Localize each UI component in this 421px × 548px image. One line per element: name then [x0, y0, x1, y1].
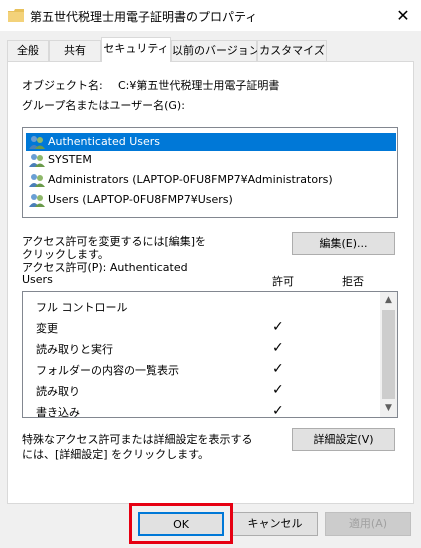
allow-column-header: 許可	[272, 275, 294, 288]
permission-name: 読み取りと実行	[36, 343, 113, 356]
folder-icon	[8, 9, 24, 22]
users-icon	[29, 136, 45, 149]
scroll-up-icon[interactable]: ▲	[380, 292, 397, 309]
checkmark-icon: ✓	[272, 340, 284, 356]
cancel-button[interactable]: キャンセル	[232, 512, 318, 536]
object-name-value: C:¥第五世代税理士用電子証明書	[118, 79, 280, 92]
list-item-users[interactable]: Users (LAPTOP-0FU8FMP7¥Users)	[26, 191, 396, 209]
group-name: Authenticated Users	[48, 135, 161, 148]
deny-column-header: 拒否	[342, 275, 364, 288]
tab-general[interactable]: 全般	[7, 40, 49, 61]
tab-previous-versions[interactable]: 以前のバージョン	[171, 40, 260, 61]
groups-list[interactable]: Authenticated Users SYSTEM Administrator…	[22, 127, 398, 218]
group-name: Users (LAPTOP-0FU8FMP7¥Users)	[48, 193, 233, 206]
scroll-thumb[interactable]	[382, 310, 395, 399]
group-name: Administrators (LAPTOP-0FU8FMP7¥Administ…	[48, 173, 333, 186]
users-icon	[29, 194, 45, 207]
permission-row-write: 書き込み ✓	[23, 401, 378, 418]
permission-name: 変更	[36, 322, 58, 335]
list-item-system[interactable]: SYSTEM	[26, 151, 396, 169]
permission-row-full-control: フル コントロール	[23, 296, 378, 317]
permission-name: フォルダーの内容の一覧表示	[36, 364, 179, 377]
tab-security[interactable]: セキュリティ	[101, 37, 171, 62]
tab-sharing[interactable]: 共有	[49, 40, 101, 61]
checkmark-icon: ✓	[272, 382, 284, 398]
ok-highlight-box	[129, 503, 233, 544]
checkmark-icon: ✓	[272, 403, 284, 418]
list-item-authenticated-users[interactable]: Authenticated Users	[26, 133, 396, 151]
permission-name: 書き込み	[36, 406, 80, 418]
permission-row-read-execute: 読み取りと実行 ✓	[23, 338, 378, 359]
window-title: 第五世代税理士用電子証明書のプロパティ	[30, 10, 258, 24]
advanced-hint-line2: には、[詳細設定] をクリックします。	[22, 448, 209, 461]
permission-row-modify: 変更 ✓	[23, 317, 378, 338]
groups-label: グループ名またはユーザー名(G):	[22, 99, 185, 112]
advanced-hint-line1: 特殊なアクセス許可または詳細設定を表示する	[22, 433, 253, 446]
permission-name: フル コントロール	[36, 301, 128, 314]
list-item-administrators[interactable]: Administrators (LAPTOP-0FU8FMP7¥Administ…	[26, 171, 396, 189]
permissions-scrollbar[interactable]: ▲ ▼	[380, 292, 397, 417]
group-name: SYSTEM	[48, 153, 92, 166]
apply-button[interactable]: 適用(A)	[325, 512, 411, 536]
scroll-down-icon[interactable]: ▼	[380, 400, 397, 417]
permission-row-list-folder: フォルダーの内容の一覧表示 ✓	[23, 359, 378, 380]
permissions-list[interactable]: フル コントロール 変更 ✓ 読み取りと実行 ✓ フォルダーの内容の一覧表示 ✓…	[22, 291, 398, 418]
advanced-button[interactable]: 詳細設定(V)	[292, 428, 395, 451]
tab-customize[interactable]: カスタマイズ	[257, 40, 327, 61]
permission-name: 読み取り	[36, 385, 80, 398]
users-icon	[29, 174, 45, 187]
object-name-label: オブジェクト名:	[22, 79, 103, 92]
users-icon	[29, 154, 45, 167]
checkmark-icon: ✓	[272, 361, 284, 377]
checkmark-icon: ✓	[272, 319, 284, 335]
close-button[interactable]: ✕	[392, 5, 414, 27]
permissions-for-user: Users	[22, 273, 53, 286]
edit-button[interactable]: 編集(E)...	[292, 232, 395, 255]
permission-row-read: 読み取り ✓	[23, 380, 378, 401]
